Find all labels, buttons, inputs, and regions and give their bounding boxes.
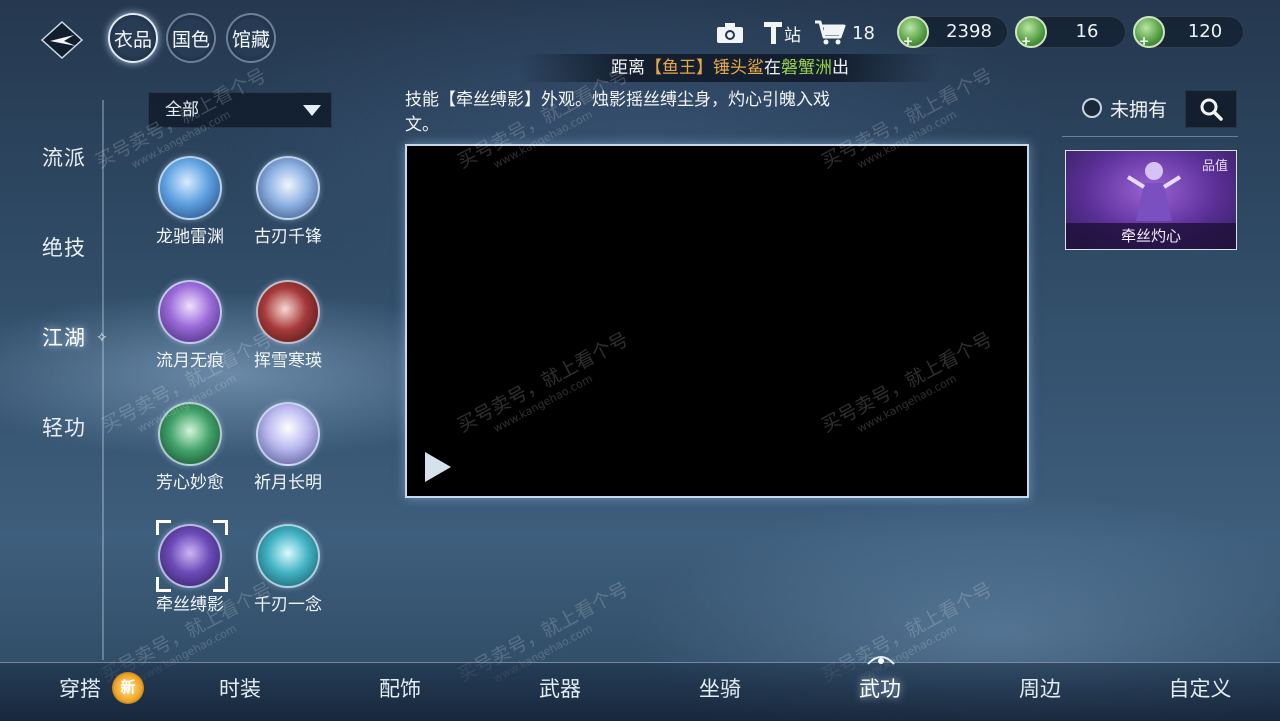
nav-item-wugong[interactable]: 武功 — [820, 673, 940, 703]
sidebar-divider — [102, 100, 104, 660]
currency-value: 2398 — [946, 21, 992, 42]
character-figure-icon — [1126, 162, 1182, 221]
divider — [1062, 136, 1238, 137]
notice-text: 出 — [832, 58, 849, 78]
nav-item-zuoqi[interactable]: 坐骑 — [660, 673, 780, 703]
skill-blade-icon — [256, 156, 320, 220]
active-tab-indicator-icon — [867, 656, 895, 665]
skill-lightning-icon — [158, 156, 222, 220]
back-arrow-icon — [40, 20, 84, 60]
skill-heal-icon — [158, 402, 222, 466]
currency-jade-3[interactable]: + 120 — [1133, 16, 1244, 48]
radio-icon[interactable] — [1082, 98, 1102, 118]
back-button[interactable] — [38, 18, 86, 62]
active-indicator-icon: ✧ — [96, 330, 108, 346]
outfit-name: 牵丝灼心 — [1066, 223, 1236, 249]
quality-badge: 品值 — [1201, 159, 1228, 174]
skill-label: 古刃千锋 — [254, 227, 322, 247]
currency-value: 120 — [1187, 21, 1223, 42]
jade-coin-icon: + — [1015, 16, 1047, 48]
search-icon — [1200, 98, 1223, 121]
not-owned-filter[interactable]: 未拥有 — [1082, 94, 1167, 122]
skill-label: 芳心妙愈 — [156, 473, 224, 493]
tab-yipin[interactable]: 衣品 — [108, 13, 158, 63]
notice-text: 距离 — [611, 58, 645, 78]
skill-snow-icon — [256, 280, 320, 344]
nav-item-wuqi[interactable]: 武器 — [500, 673, 620, 703]
station-label: 站 — [784, 25, 801, 46]
skill-label: 流月无痕 — [156, 351, 224, 371]
currency-jade-1[interactable]: + 2398 — [897, 16, 1008, 48]
sidebar-item-qinggong[interactable]: 轻功 — [42, 412, 86, 442]
outfit-card[interactable]: 品值 牵丝灼心 — [1065, 150, 1237, 250]
skill-item[interactable]: 流月无痕 — [142, 280, 238, 371]
nav-item-peishi[interactable]: 配饰 — [340, 673, 460, 703]
skill-item[interactable]: 千刃一念 — [240, 524, 336, 615]
filter-dropdown[interactable]: 全部 — [148, 92, 332, 128]
nav-item-shizhuang[interactable]: 时装 — [180, 673, 300, 703]
sidebar-item-jueji[interactable]: 绝技 — [42, 232, 86, 262]
nav-item-zhoubian[interactable]: 周边 — [980, 673, 1100, 703]
tab-guose[interactable]: 国色 — [166, 13, 216, 63]
skill-moon-icon — [158, 280, 222, 344]
cart-count: 18 — [852, 22, 875, 44]
jade-coin-icon: + — [1133, 16, 1165, 48]
skill-label: 龙驰雷渊 — [156, 227, 224, 247]
new-badge: 新 — [112, 672, 144, 704]
skill-sword-icon — [256, 524, 320, 588]
tab-guancang[interactable]: 馆藏 — [226, 13, 276, 63]
skill-description: 技能【牵丝缚影】外观。烛影摇丝缚尘身，灼心引魄入戏文。 — [405, 90, 830, 135]
skill-label: 牵丝缚影 — [156, 595, 224, 615]
currency-jade-2[interactable]: + 16 — [1015, 16, 1126, 48]
notice-fish: 锤头鲨 — [713, 58, 764, 78]
filter-value: 全部 — [165, 100, 199, 120]
currency-value: 16 — [1075, 21, 1099, 42]
station-icon — [764, 22, 782, 44]
selection-frame — [156, 520, 228, 592]
nav-item-zidingyi[interactable]: 自定义 — [1140, 673, 1260, 703]
skill-item[interactable]: 祈月长明 — [240, 402, 336, 493]
notice-location: 磐蟹洲 — [781, 58, 832, 78]
chevron-down-icon — [303, 105, 321, 116]
skill-item[interactable]: 芳心妙愈 — [142, 402, 238, 493]
skill-label: 千刃一念 — [254, 595, 322, 615]
skill-label: 挥雪寒瑛 — [254, 351, 322, 371]
shop-cart-button[interactable]: 18 — [814, 18, 875, 48]
jade-coin-icon: + — [897, 16, 929, 48]
skill-item-selected[interactable]: 牵丝缚影 — [142, 520, 238, 615]
preview-video[interactable] — [405, 144, 1029, 498]
not-owned-label: 未拥有 — [1110, 98, 1168, 121]
sidebar-item-liupai[interactable]: 流派 — [42, 142, 86, 172]
skill-label: 祈月长明 — [254, 473, 322, 493]
skill-moonlight-icon — [256, 402, 320, 466]
scrolling-notice: 距离【鱼王】锤头鲨在磐蟹洲出 — [520, 54, 940, 82]
skill-item[interactable]: 挥雪寒瑛 — [240, 280, 336, 371]
notice-text: 在 — [764, 58, 781, 78]
notice-tag: 【鱼王】 — [645, 58, 713, 78]
search-button[interactable] — [1185, 90, 1237, 128]
camera-icon — [717, 23, 743, 43]
camera-button[interactable] — [716, 18, 744, 48]
shopping-cart-icon — [815, 20, 846, 45]
play-icon[interactable] — [425, 452, 451, 482]
sidebar-item-jianghu[interactable]: 江湖 — [42, 322, 86, 352]
skill-item[interactable]: 龙驰雷渊 — [142, 156, 238, 247]
bottom-nav: 穿搭 时装 配饰 武器 坐骑 武功 周边 自定义 — [0, 662, 1280, 721]
station-button[interactable]: 站 — [762, 18, 801, 48]
skill-item[interactable]: 古刃千锋 — [240, 156, 336, 247]
